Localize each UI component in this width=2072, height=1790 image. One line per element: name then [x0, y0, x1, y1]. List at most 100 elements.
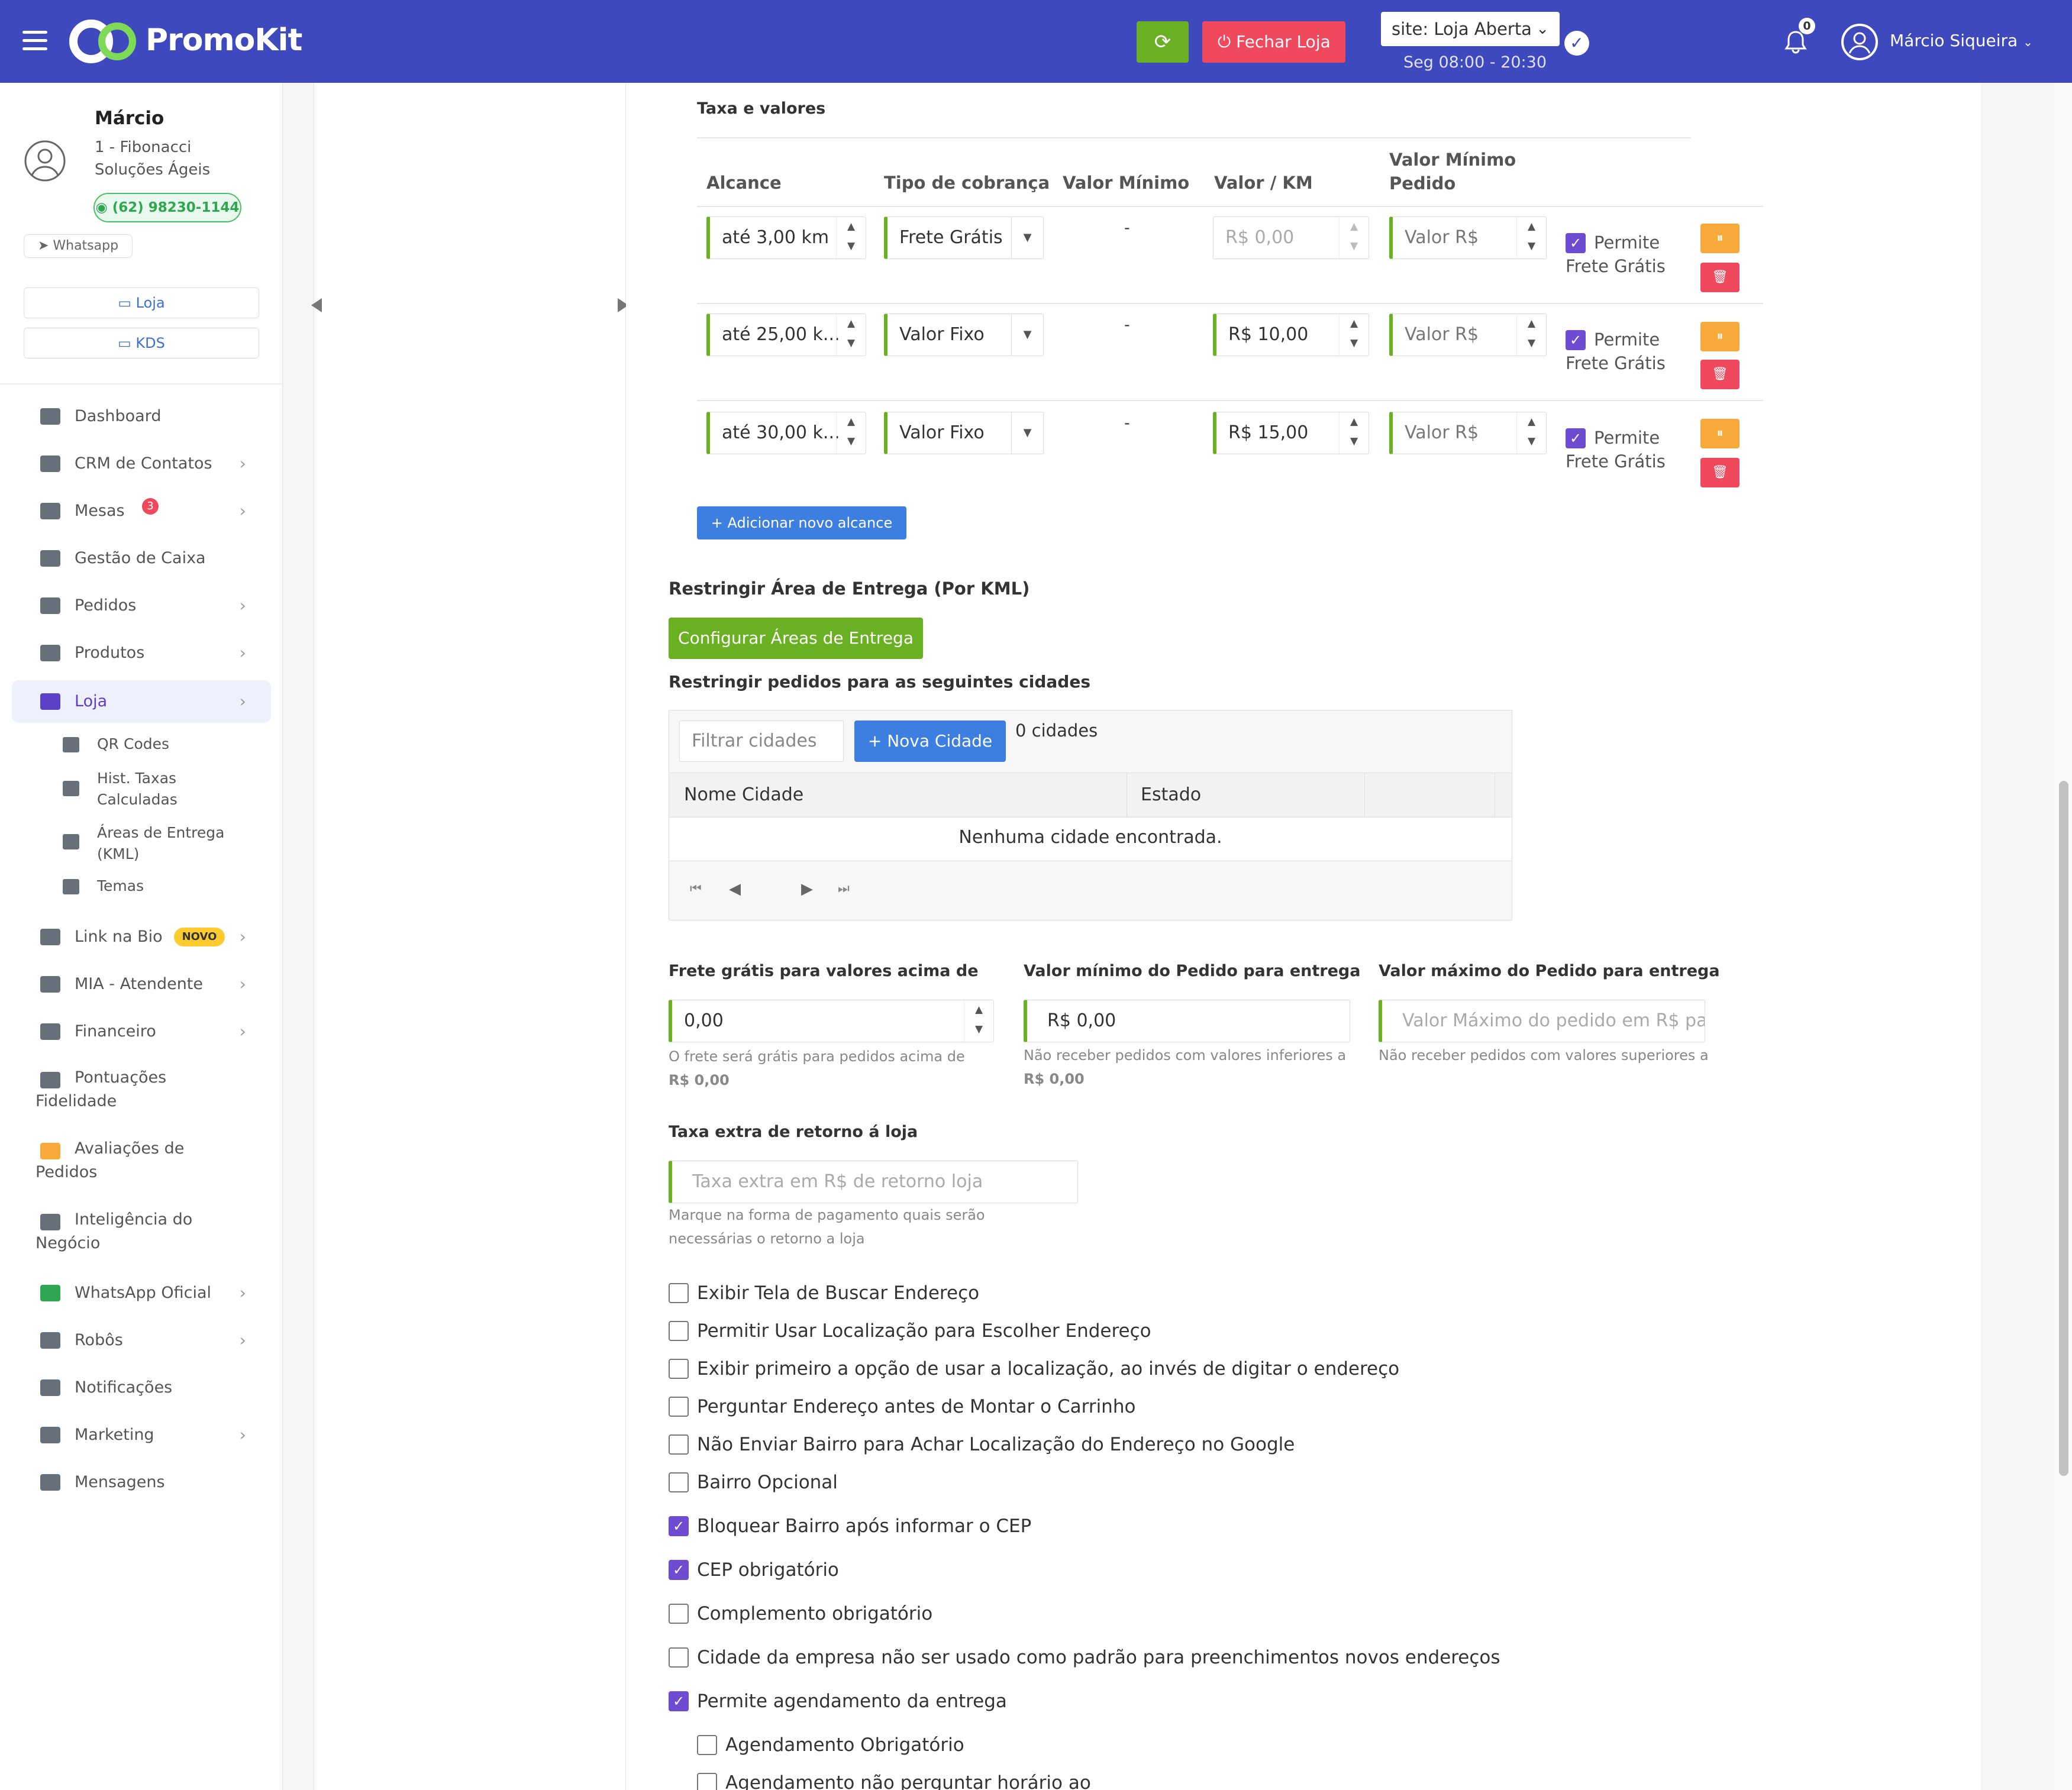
site-status-select[interactable]: site: Loja Aberta ⌄ — [1381, 12, 1560, 46]
sidebar-subitem-temas[interactable]: Temas — [97, 875, 275, 897]
option-checkbox[interactable] — [697, 1773, 717, 1790]
option-row[interactable]: ✓ Bloquear Bairro após informar o CEP — [669, 1516, 1031, 1537]
option-checkbox[interactable] — [669, 1321, 689, 1341]
alcance-input[interactable]: até 30,00 k... ▲ ▼ — [706, 412, 866, 454]
new-city-button[interactable]: + Nova Cidade — [854, 720, 1006, 762]
refresh-button[interactable]: ⟳ — [1137, 21, 1189, 63]
option-checkbox[interactable]: ✓ — [669, 1691, 689, 1711]
user-menu[interactable]: Márcio Siqueira ⌄ — [1890, 31, 2033, 50]
option-row[interactable]: ✓ CEP obrigatório — [669, 1559, 839, 1581]
sidebar-item-financeiro[interactable]: Financeiro › — [12, 1010, 271, 1053]
tipo-select[interactable]: Frete Grátis ▼ — [884, 217, 1044, 259]
option-checkbox[interactable] — [697, 1735, 717, 1755]
stepper-icon[interactable]: ▲ ▼ — [1339, 314, 1369, 356]
option-checkbox[interactable] — [669, 1647, 689, 1668]
option-row[interactable]: Perguntar Endereço antes de Montar o Car… — [669, 1396, 1135, 1417]
sidebar-item-marketing[interactable]: Marketing › — [12, 1414, 271, 1456]
free-shipping-input[interactable]: 0,00 ▲ ▼ — [669, 1000, 994, 1042]
alcance-input[interactable]: até 3,00 km ▲ ▼ — [706, 217, 866, 259]
tipo-select[interactable]: Valor Fixo ▼ — [884, 314, 1044, 356]
col-state[interactable]: Estado — [1141, 784, 1201, 805]
stepper-icon[interactable]: ▲ ▼ — [1516, 314, 1546, 356]
menu-icon[interactable] — [22, 31, 47, 51]
last-page-icon[interactable]: ⏭ — [838, 881, 850, 896]
stepper-icon[interactable]: ▲ ▼ — [1516, 217, 1546, 259]
option-checkbox[interactable] — [669, 1359, 689, 1379]
delete-button[interactable]: 🗑 — [1700, 263, 1739, 292]
option-checkbox[interactable] — [669, 1283, 689, 1303]
option-row[interactable]: Cidade da empresa não ser usado como pad… — [669, 1647, 1500, 1668]
min-order-input[interactable]: R$ 0,00 — [1024, 1000, 1350, 1042]
stepper-icon[interactable]: ▲ ▼ — [836, 217, 866, 259]
collapse-left-icon[interactable] — [311, 298, 322, 312]
option-row[interactable]: ✓ Permite agendamento da entrega — [669, 1691, 1007, 1712]
sidebar-item-mensagens[interactable]: Mensagens — [12, 1461, 271, 1504]
whatsapp-button[interactable]: ➤ Whatsapp — [24, 234, 133, 258]
pause-button[interactable]: ⏸ — [1700, 322, 1739, 351]
stepper-icon[interactable]: ▲ ▼ — [836, 314, 866, 356]
stepper-icon[interactable]: ▲ ▼ — [964, 1000, 993, 1042]
min-pedido-input[interactable]: Valor R$ ▲ ▼ — [1389, 412, 1547, 454]
sidebar-item-mia[interactable]: MIA - Atendente › — [12, 963, 271, 1006]
close-store-button[interactable]: ⏻ Fechar Loja — [1202, 21, 1345, 63]
next-page-icon[interactable]: ▶ — [801, 880, 813, 898]
option-row[interactable]: Bairro Opcional — [669, 1472, 838, 1493]
pause-button[interactable]: ⏸ — [1700, 224, 1739, 253]
sidebar-item-pontuacoes[interactable]: Pontuações Fidelidade — [12, 1058, 248, 1122]
user-avatar-icon[interactable] — [1841, 24, 1878, 60]
max-order-input[interactable]: Valor Máximo do pedido em R$ para — [1379, 1000, 1705, 1042]
stepper-icon[interactable]: ▲ ▼ — [1339, 412, 1369, 454]
first-page-icon[interactable]: ⏮ — [690, 881, 702, 896]
col-city-name[interactable]: Nome Cidade — [684, 784, 803, 805]
min-pedido-input[interactable]: Valor R$ ▲ ▼ — [1389, 314, 1547, 356]
option-row[interactable]: Exibir Tela de Buscar Endereço — [669, 1282, 979, 1304]
sidebar-item-notificacoes[interactable]: Notificações — [12, 1366, 271, 1409]
sidebar-item-pedidos[interactable]: Pedidos › — [12, 584, 271, 627]
stepper-icon[interactable]: ▲ ▼ — [1516, 412, 1546, 454]
option-row[interactable]: Agendamento não perguntar horário ao — [697, 1772, 1091, 1790]
store-button[interactable]: ▭ Loja — [24, 287, 259, 318]
delete-button[interactable]: 🗑 — [1700, 360, 1739, 389]
sidebar-item-inteligencia[interactable]: Inteligência do Negócio — [12, 1200, 248, 1264]
filter-cities-input[interactable]: Filtrar cidades — [679, 720, 844, 762]
sidebar-item-caixa[interactable]: Gestão de Caixa — [12, 537, 271, 580]
scrollbar-thumb[interactable] — [2059, 781, 2068, 1476]
phone-badge[interactable]: ◉ (62) 98230-1144 — [93, 193, 241, 222]
kds-button[interactable]: ▭ KDS — [24, 328, 259, 358]
option-checkbox[interactable] — [669, 1434, 689, 1455]
option-checkbox[interactable] — [669, 1604, 689, 1624]
prev-page-icon[interactable]: ◀ — [729, 880, 741, 898]
sidebar-item-dashboard[interactable]: Dashboard — [12, 395, 271, 438]
configure-areas-button[interactable]: Configurar Áreas de Entrega — [669, 618, 923, 659]
add-range-button[interactable]: + Adicionar novo alcance — [697, 506, 906, 539]
sidebar-item-loja[interactable]: Loja › — [12, 680, 271, 723]
alcance-input[interactable]: até 25,00 k... ▲ ▼ — [706, 314, 866, 356]
km-input[interactable]: R$ 0,00 ▲ ▼ — [1213, 217, 1369, 259]
option-checkbox[interactable] — [669, 1397, 689, 1417]
option-checkbox[interactable] — [669, 1472, 689, 1492]
sidebar-item-crm[interactable]: CRM de Contatos › — [12, 442, 271, 485]
option-row[interactable]: Agendamento Obrigatório — [697, 1734, 964, 1756]
sidebar-item-mesas[interactable]: Mesas 3 › — [12, 490, 271, 532]
sidebar-item-produtos[interactable]: Produtos › — [12, 632, 271, 674]
pause-button[interactable]: ⏸ — [1700, 419, 1739, 448]
sidebar-item-whatsapp-oficial[interactable]: WhatsApp Oficial › — [12, 1272, 271, 1314]
tipo-select[interactable]: Valor Fixo ▼ — [884, 412, 1044, 454]
sidebar-subitem-areas[interactable]: Áreas de Entrega (KML) — [97, 822, 239, 865]
stepper-icon[interactable]: ▲ ▼ — [836, 412, 866, 454]
sidebar-item-robos[interactable]: Robôs › — [12, 1319, 271, 1362]
stepper-icon[interactable]: ▲ ▼ — [1339, 217, 1369, 259]
return-fee-input[interactable]: Taxa extra em R$ de retorno loja — [669, 1161, 1078, 1203]
sidebar-item-avaliacoes[interactable]: Avaliações de Pedidos — [12, 1129, 248, 1193]
km-input[interactable]: R$ 15,00 ▲ ▼ — [1213, 412, 1369, 454]
sidebar-subitem-hist[interactable]: Hist. Taxas Calculadas — [97, 768, 215, 810]
option-row[interactable]: Não Enviar Bairro para Achar Localização… — [669, 1434, 1295, 1455]
min-pedido-input[interactable]: Valor R$ ▲ ▼ — [1389, 217, 1547, 259]
option-checkbox[interactable]: ✓ — [669, 1516, 689, 1536]
option-row[interactable]: Permitir Usar Localização para Escolher … — [669, 1320, 1151, 1342]
sidebar-subitem-qr[interactable]: QR Codes — [97, 734, 275, 755]
sidebar-item-linkbio[interactable]: Link na Bio NOVO › — [12, 916, 271, 958]
delete-button[interactable]: 🗑 — [1700, 458, 1739, 487]
option-checkbox[interactable]: ✓ — [669, 1560, 689, 1580]
option-row[interactable]: Complemento obrigatório — [669, 1603, 932, 1624]
